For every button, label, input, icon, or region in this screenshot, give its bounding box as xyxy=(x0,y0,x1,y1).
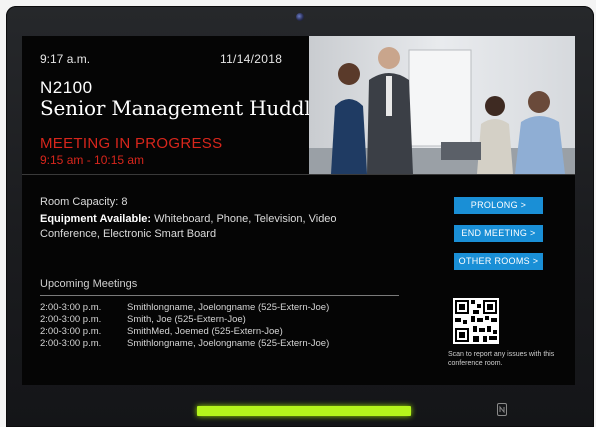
current-time: 9:17 a.m. xyxy=(40,52,91,66)
upcoming-divider xyxy=(40,295,399,296)
meeting-header: 9:17 a.m. 11/14/2018 N2100 Senior Manage… xyxy=(22,36,575,174)
meeting-time: 2:00-3:00 p.m. xyxy=(40,326,102,337)
meeting-status: MEETING IN PROGRESS xyxy=(40,135,223,152)
header-divider xyxy=(22,174,575,175)
room-display-screen: 9:17 a.m. 11/14/2018 N2100 Senior Manage… xyxy=(22,36,575,385)
room-id: N2100 xyxy=(40,78,93,97)
qr-code[interactable] xyxy=(453,298,499,344)
list-item: 2:00-3:00 p.m. Smith, Joe (525-Extern-Joe… xyxy=(40,314,329,326)
meeting-organizer: Smithlongname, Joelongname (525-Extern-J… xyxy=(127,302,330,313)
meeting-title: Senior Management Huddle xyxy=(40,96,323,120)
equipment-available: Equipment Available: Whiteboard, Phone, … xyxy=(40,212,360,242)
meeting-organizer: Smith, Joe (525-Extern-Joe) xyxy=(127,314,246,325)
end-meeting-button[interactable]: END MEETING > xyxy=(454,225,543,242)
qr-caption: Scan to report any issues with this conf… xyxy=(448,351,555,367)
list-item: 2:00-3:00 p.m. Smithlongname, Joelongname… xyxy=(40,302,329,314)
room-capacity: Room Capacity: 8 xyxy=(40,196,127,208)
meeting-time: 2:00-3:00 p.m. xyxy=(40,302,102,313)
list-item: 2:00-3:00 p.m. SmithMed, Joemed (525-Exte… xyxy=(40,326,329,338)
meeting-time: 2:00-3:00 p.m. xyxy=(40,338,102,349)
upcoming-meetings-list: 2:00-3:00 p.m. Smithlongname, Joelongname… xyxy=(40,302,329,350)
upcoming-meetings-heading: Upcoming Meetings xyxy=(40,278,138,290)
capacity-value: 8 xyxy=(121,196,128,208)
equipment-label: Equipment Available: xyxy=(40,213,152,225)
nfc-icon xyxy=(497,403,507,416)
meeting-time-range: 9:15 am - 10:15 am xyxy=(40,153,145,167)
prolong-button[interactable]: PROLONG > xyxy=(454,197,543,214)
list-item: 2:00-3:00 p.m. Smithlongname, Joelongname… xyxy=(40,338,329,350)
current-date: 11/14/2018 xyxy=(220,52,283,66)
other-rooms-button[interactable]: OTHER ROOMS > xyxy=(454,253,543,270)
status-light-bar xyxy=(197,406,411,416)
camera-icon xyxy=(296,13,304,21)
meeting-organizer: Smithlongname, Joelongname (525-Extern-J… xyxy=(127,338,330,349)
meeting-time: 2:00-3:00 p.m. xyxy=(40,314,102,325)
meeting-photo xyxy=(309,36,575,174)
capacity-label: Room Capacity: xyxy=(40,196,119,208)
meeting-organizer: SmithMed, Joemed (525-Extern-Joe) xyxy=(127,326,283,337)
